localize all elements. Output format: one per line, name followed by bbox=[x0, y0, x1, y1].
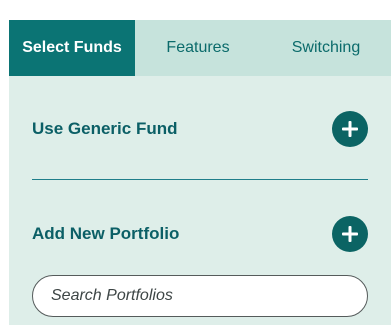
tab-select-funds[interactable]: Select Funds bbox=[9, 20, 135, 76]
tab-bar: Select Funds Features Switching bbox=[9, 20, 391, 76]
tab-features[interactable]: Features bbox=[135, 20, 261, 76]
add-generic-fund-button[interactable] bbox=[332, 111, 368, 147]
fund-selection-panel: Select Funds Features Switching Use Gene… bbox=[9, 20, 391, 325]
add-portfolio-button[interactable] bbox=[332, 216, 368, 252]
add-portfolio-row: Add New Portfolio bbox=[32, 216, 368, 252]
add-portfolio-label: Add New Portfolio bbox=[32, 224, 180, 243]
plus-icon bbox=[342, 121, 358, 137]
plus-icon bbox=[342, 226, 358, 242]
generic-fund-row: Use Generic Fund bbox=[32, 111, 368, 147]
section-divider bbox=[32, 179, 368, 180]
search-portfolios-input[interactable] bbox=[32, 275, 368, 317]
generic-fund-label: Use Generic Fund bbox=[32, 119, 178, 138]
tab-switching[interactable]: Switching bbox=[261, 20, 391, 76]
